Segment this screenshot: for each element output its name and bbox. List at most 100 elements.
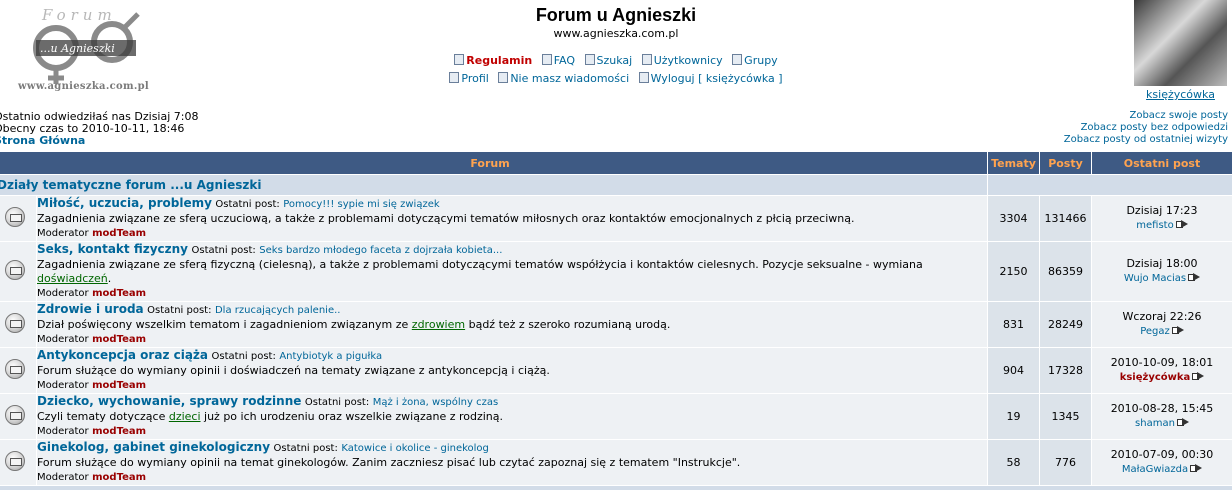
users-icon xyxy=(642,54,652,65)
moderator-label: Moderator xyxy=(37,472,89,483)
forum-description: Zagadnienia związane ze sferą uczuciową,… xyxy=(37,212,855,225)
site-description: www.agnieszka.com.pl xyxy=(0,27,1232,40)
nav-groups[interactable]: Grupy xyxy=(732,54,778,67)
category-row: Działy tematyczne forum ...u Agnieszki xyxy=(0,175,1232,196)
last-post-author-link[interactable]: shaman xyxy=(1135,418,1175,429)
forum-status-cell xyxy=(0,348,37,394)
last-post-label: Ostatni post: xyxy=(215,199,279,210)
nav-logout[interactable]: Wyloguj [ księżycówka ] xyxy=(639,72,783,85)
forum-description-rest: . xyxy=(108,272,112,285)
moderator-link[interactable]: modTeam xyxy=(92,380,146,391)
forum-name-link[interactable]: Antykoncepcja oraz ciąża xyxy=(37,348,208,362)
forum-status-cell xyxy=(0,302,37,348)
view-own-posts-link[interactable]: Zobacz swoje posty xyxy=(1129,110,1228,121)
last-post-topic-link[interactable]: Dla rzucających palenie.. xyxy=(215,305,340,316)
nav-users[interactable]: Użytkownicy xyxy=(642,54,723,67)
forum-description: Czyli tematy dotyczące xyxy=(37,410,169,423)
forum-name-link[interactable]: Zdrowie i uroda xyxy=(37,302,144,316)
header-posts: Posty xyxy=(1040,152,1092,175)
view-latest-post-icon[interactable] xyxy=(1177,418,1189,427)
last-post-cell: Wczoraj 22:26Pegaz xyxy=(1092,302,1232,348)
view-new-posts-link[interactable]: Zobacz posty od ostatniej wizyty xyxy=(1064,134,1228,145)
nav-regulamin[interactable]: Regulamin xyxy=(454,54,532,67)
last-post-topic-link[interactable]: Seks bardzo młodego faceta z dojrzała ko… xyxy=(259,245,502,256)
forum-info-cell: Dziecko, wychowanie, sprawy rodzinne Ost… xyxy=(37,394,988,440)
last-post-author-link[interactable]: księżycówka xyxy=(1120,372,1191,383)
last-post-topic-link[interactable]: Katowice i okolice - ginekolog xyxy=(341,443,489,454)
category-title[interactable]: Działy tematyczne forum ...u Agnieszki xyxy=(0,178,262,192)
last-post-topic-link[interactable]: Mąż i żona, wspólny czas xyxy=(373,397,498,408)
last-post-author-link[interactable]: MałaGwiazda xyxy=(1122,464,1188,475)
topics-count: 58 xyxy=(988,440,1040,486)
messages-icon xyxy=(498,72,508,83)
forum-info-cell: Antykoncepcja oraz ciąża Ostatni post: A… xyxy=(37,348,988,394)
nav-search[interactable]: Szukaj xyxy=(585,54,633,67)
view-latest-post-icon[interactable] xyxy=(1176,220,1188,229)
view-latest-post-icon[interactable] xyxy=(1172,326,1184,335)
last-post-author-link[interactable]: Pegaz xyxy=(1140,326,1170,337)
topics-count: 831 xyxy=(988,302,1040,348)
forum-row: Miłość, uczucia, problemy Ostatni post: … xyxy=(0,196,1232,242)
topics-count: 19 xyxy=(988,394,1040,440)
moderator-link[interactable]: modTeam xyxy=(92,288,146,299)
nav-messages[interactable]: Nie masz wiadomości xyxy=(498,72,629,85)
forum-description: Forum służące do wymiany opinii i doświa… xyxy=(37,364,550,377)
forum-description-link[interactable]: dzieci xyxy=(169,410,201,423)
forum-row: Seks, kontakt fizyczny Ostatni post: Sek… xyxy=(0,242,1232,302)
header-last-post: Ostatni post xyxy=(1092,152,1232,175)
forum-info-cell: Miłość, uczucia, problemy Ostatni post: … xyxy=(37,196,988,242)
forum-status-cell xyxy=(0,394,37,440)
forum-description: Dział poświęcony wszelkim tematom i zaga… xyxy=(37,318,412,331)
view-latest-post-icon[interactable] xyxy=(1188,273,1200,282)
topics-count: 3304 xyxy=(988,196,1040,242)
last-post-label: Ostatni post: xyxy=(212,351,276,362)
home-link[interactable]: Strona Główna xyxy=(0,134,85,147)
moderator-label: Moderator xyxy=(37,426,89,437)
forum-folder-icon xyxy=(5,207,25,227)
last-post-author-link[interactable]: mefisto xyxy=(1136,220,1173,231)
table-footer xyxy=(0,486,1232,491)
moderator-label: Moderator xyxy=(37,380,89,391)
avatar xyxy=(1134,0,1227,86)
forum-info-cell: Ginekolog, gabinet ginekologiczny Ostatn… xyxy=(37,440,988,486)
moderator-link[interactable]: modTeam xyxy=(92,228,146,239)
posts-count: 17328 xyxy=(1040,348,1092,394)
last-post-topic-link[interactable]: Pomocy!!! sypie mi się związek xyxy=(283,199,439,210)
forum-description-link[interactable]: zdrowiem xyxy=(412,318,465,331)
groups-icon xyxy=(732,54,742,65)
faq-icon xyxy=(542,54,552,65)
forum-row: Zdrowie i uroda Ostatni post: Dla rzucaj… xyxy=(0,302,1232,348)
moderator-label: Moderator xyxy=(37,334,89,345)
view-unanswered-posts-link[interactable]: Zobacz posty bez odpowiedzi xyxy=(1081,122,1228,133)
forum-name-link[interactable]: Miłość, uczucia, problemy xyxy=(37,196,212,210)
nav-faq[interactable]: FAQ xyxy=(542,54,575,67)
posts-count: 776 xyxy=(1040,440,1092,486)
topics-count: 904 xyxy=(988,348,1040,394)
posts-count: 28249 xyxy=(1040,302,1092,348)
table-header: Forum Tematy Posty Ostatni post xyxy=(0,152,1232,175)
forum-status-cell xyxy=(0,196,37,242)
last-post-date: Dzisiaj 17:23 xyxy=(1126,204,1197,217)
forum-table: Forum Tematy Posty Ostatni post Działy t… xyxy=(0,151,1232,491)
nav-profile[interactable]: Profil xyxy=(449,72,488,85)
view-latest-post-icon[interactable] xyxy=(1190,464,1202,473)
forum-folder-icon xyxy=(5,359,25,379)
forum-name-link[interactable]: Seks, kontakt fizyczny xyxy=(37,242,188,256)
avatar-username[interactable]: księżycówka xyxy=(1134,88,1227,101)
site-title[interactable]: Forum u Agnieszki xyxy=(0,5,1232,26)
last-post-author-link[interactable]: Wujo Macias xyxy=(1124,273,1186,284)
view-latest-post-icon[interactable] xyxy=(1192,372,1204,381)
moderator-link[interactable]: modTeam xyxy=(92,426,146,437)
forum-folder-icon xyxy=(5,451,25,471)
moderator-link[interactable]: modTeam xyxy=(92,472,146,483)
moderator-link[interactable]: modTeam xyxy=(92,334,146,345)
posts-count: 86359 xyxy=(1040,242,1092,302)
forum-name-link[interactable]: Dziecko, wychowanie, sprawy rodzinne xyxy=(37,394,301,408)
forum-description-link[interactable]: doświadczeń xyxy=(37,272,108,285)
forum-name-link[interactable]: Ginekolog, gabinet ginekologiczny xyxy=(37,440,270,454)
forum-description-rest: już po ich urodzeniu oraz wszelkie związ… xyxy=(201,410,503,423)
last-post-cell: Dzisiaj 17:23 mefisto xyxy=(1092,196,1232,242)
forum-description: Forum służące do wymiany opinii na temat… xyxy=(37,456,740,469)
last-post-topic-link[interactable]: Antybiotyk a pigułka xyxy=(279,351,382,362)
moderator-label: Moderator xyxy=(37,228,89,239)
